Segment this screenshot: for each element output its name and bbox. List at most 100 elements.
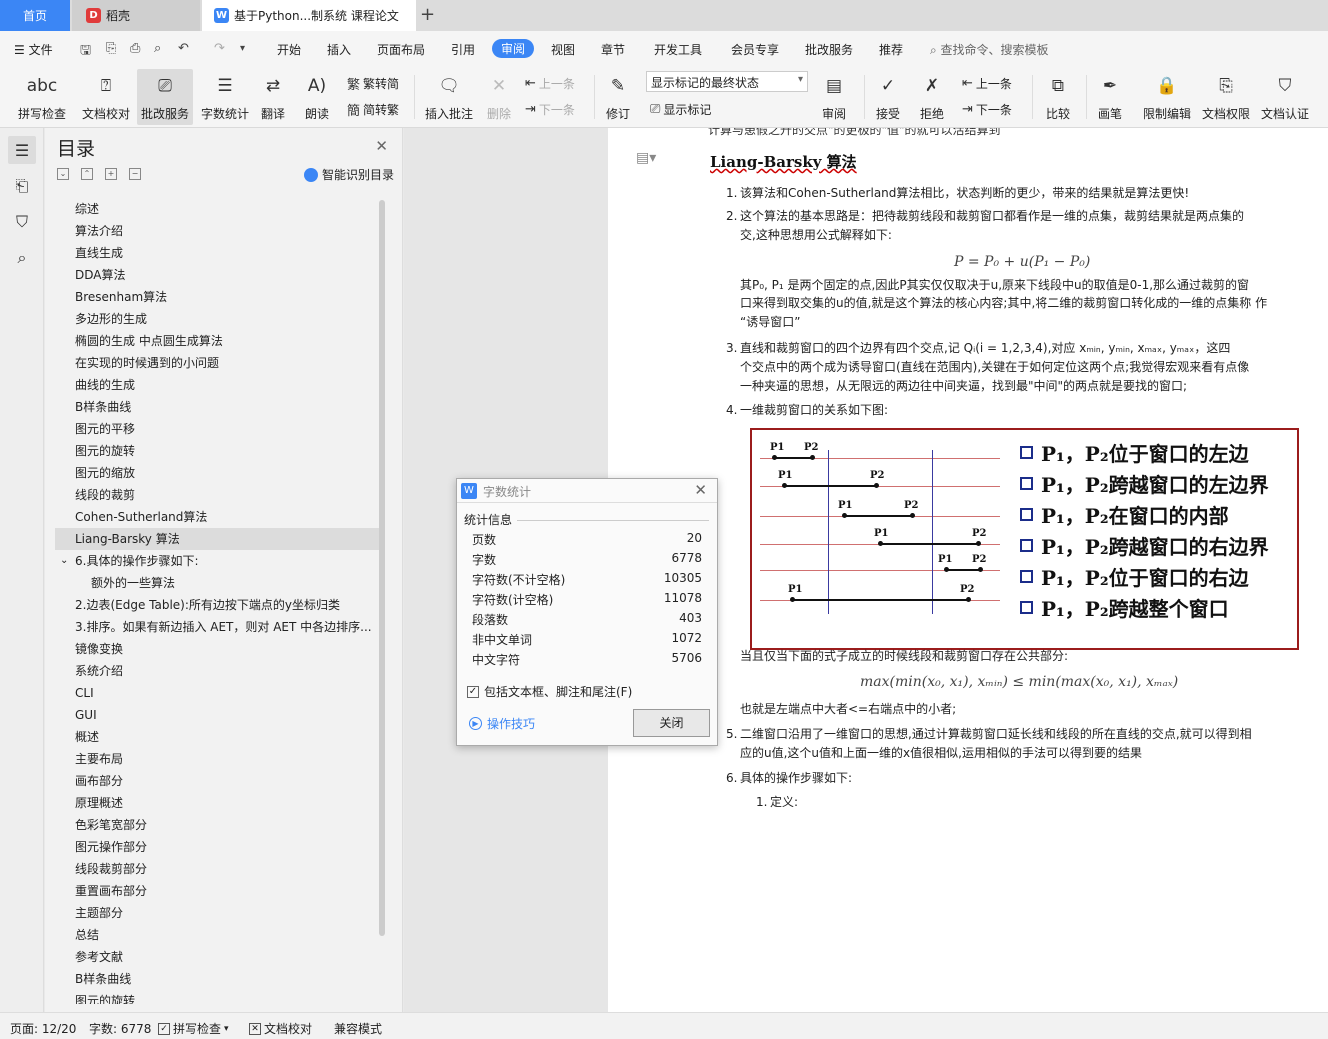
toc-item[interactable]: 系统介绍 xyxy=(55,660,379,682)
menu-page-layout[interactable]: 页面布局 xyxy=(377,41,425,58)
include-textbox-checkbox[interactable]: ✓ 包括文本框、脚注和尾注(F) xyxy=(467,683,632,700)
translate-button[interactable]: ⇄ 翻译 xyxy=(256,69,290,125)
chevron-down-icon[interactable]: ⌄ xyxy=(60,550,68,572)
toc-item[interactable]: 镜像变换 xyxy=(55,638,379,660)
quick-access-dropdown-icon[interactable]: ▾ xyxy=(240,43,245,54)
toc-item[interactable]: 图元操作部分 xyxy=(55,836,379,858)
command-search[interactable]: ⌕ 查找命令、搜索模板 xyxy=(930,41,1049,58)
toc-item[interactable]: 原理概述 xyxy=(55,792,379,814)
menu-references[interactable]: 引用 xyxy=(451,41,475,58)
toc-item[interactable]: 额外的一些算法 xyxy=(55,572,379,594)
markup-state-select[interactable]: 显示标记的最终状态 xyxy=(646,71,808,92)
dialog-header[interactable]: W 字数统计 ✕ xyxy=(457,479,717,503)
export-pdf-icon[interactable]: ⎘ xyxy=(106,41,116,56)
word-count-indicator[interactable]: 字数: 6778 xyxy=(89,1020,151,1037)
next-comment-button[interactable]: ⇥ 下一条 xyxy=(525,98,575,120)
remove-heading-icon[interactable]: − xyxy=(129,168,141,180)
reject-button[interactable]: ✗ 拒绝 xyxy=(914,69,950,125)
toc-item[interactable]: 画布部分 xyxy=(55,770,379,792)
toc-item[interactable]: 算法介绍 xyxy=(55,220,379,242)
spell-check-status[interactable]: ✓ 拼写检查 ▾ xyxy=(158,1020,229,1037)
proofread-status[interactable]: ✕ 文档校对 xyxy=(249,1020,312,1037)
tab-daoke[interactable]: D 稻壳 xyxy=(72,0,200,31)
review-pane-button[interactable]: ▤ 审阅 xyxy=(815,69,853,125)
toc-item[interactable]: CLI xyxy=(55,682,379,704)
toc-item[interactable]: 曲线的生成 xyxy=(55,374,379,396)
toc-item[interactable]: 3.排序。如果有新边插入 AET，则对 AET 中各边排序... xyxy=(55,616,379,638)
page-indicator[interactable]: 页面: 12/20 xyxy=(10,1020,76,1037)
toc-item[interactable]: 线段的裁剪 xyxy=(55,484,379,506)
compare-button[interactable]: ⧉ 比较 xyxy=(1038,69,1078,125)
toc-item[interactable]: 多边形的生成 xyxy=(55,308,379,330)
toc-item[interactable]: GUI xyxy=(55,704,379,726)
next-change-button[interactable]: ⇥ 下一条 xyxy=(962,98,1012,120)
menu-start[interactable]: 开始 xyxy=(277,41,301,58)
toc-item[interactable]: 图元的缩放 xyxy=(55,462,379,484)
word-count-button[interactable]: ☰ 字数统计 xyxy=(197,69,253,125)
pen-button[interactable]: ✒ 画笔 xyxy=(1092,69,1128,125)
toc-item[interactable]: B样条曲线 xyxy=(55,968,379,990)
insert-comment-button[interactable]: 🗨 插入批注 xyxy=(422,69,476,125)
toc-item[interactable]: 直线生成 xyxy=(55,242,379,264)
tab-document[interactable]: W 基于Python...制系统 课程论文 xyxy=(202,0,416,31)
close-icon[interactable]: ✕ xyxy=(694,481,707,499)
toc-item[interactable]: 主要布局 xyxy=(55,748,379,770)
proofread-button[interactable]: ⍰ 文档校对 xyxy=(78,69,134,125)
close-button[interactable]: 关闭 xyxy=(633,709,710,737)
toc-item[interactable]: Liang-Barsky 算法 xyxy=(55,528,379,550)
expand-up-icon[interactable]: ⌃ xyxy=(81,168,93,180)
toc-item[interactable]: 在实现的时候遇到的小问题 xyxy=(55,352,379,374)
redo-icon[interactable]: ↷ xyxy=(214,41,225,56)
add-heading-icon[interactable]: + xyxy=(105,168,117,180)
toc-item[interactable]: 2.边表(Edge Table):所有边按下端点的y坐标归类 xyxy=(55,594,379,616)
spell-check-button[interactable]: abc 拼写检查 xyxy=(10,69,74,125)
smart-toc-button[interactable]: 智能识别目录 xyxy=(303,166,394,183)
toc-item[interactable]: DDA算法 xyxy=(55,264,379,286)
toc-item[interactable]: Cohen-Sutherland算法 xyxy=(55,506,379,528)
bookmark-icon[interactable]: ⛉ xyxy=(8,208,36,236)
toc-item[interactable]: 综述 xyxy=(55,198,379,220)
toc-item[interactable]: 主题部分 xyxy=(55,902,379,924)
read-aloud-button[interactable]: A) 朗读 xyxy=(300,69,334,125)
document-rights-button[interactable]: ⎘ 文档权限 xyxy=(1199,69,1253,125)
document-certify-button[interactable]: ⛉ 文档认证 xyxy=(1258,69,1312,125)
delete-comment-button[interactable]: ✕ 删除 xyxy=(481,69,517,125)
tips-link[interactable]: ▶ 操作技巧 xyxy=(469,715,535,732)
undo-icon[interactable]: ↶ xyxy=(178,41,189,56)
collapse-all-icon[interactable]: ⌄ xyxy=(57,168,69,180)
restrict-editing-button[interactable]: 🔒 限制编辑 xyxy=(1140,69,1194,125)
toc-item[interactable]: 线段裁剪部分 xyxy=(55,858,379,880)
menu-review[interactable]: 审阅 xyxy=(492,39,535,58)
toc-item[interactable]: 图元的旋转 xyxy=(55,990,379,1004)
menu-view[interactable]: 视图 xyxy=(551,41,575,58)
print-preview-icon[interactable]: ⌕ xyxy=(154,41,161,56)
toc-item[interactable]: 椭圆的生成 中点圆生成算法 xyxy=(55,330,379,352)
menu-correction-service[interactable]: 批改服务 xyxy=(805,41,853,58)
toc-item[interactable]: 图元的平移 xyxy=(55,418,379,440)
menu-recommend[interactable]: 推荐 xyxy=(879,41,903,58)
tab-home[interactable]: 首页 xyxy=(0,0,70,31)
toc-close-icon[interactable]: ✕ xyxy=(375,137,388,155)
toc-item[interactable]: 概述 xyxy=(55,726,379,748)
correction-service-button[interactable]: ⎚ 批改服务 xyxy=(137,69,193,125)
toc-scrollbar[interactable] xyxy=(379,200,385,936)
menu-insert[interactable]: 插入 xyxy=(327,41,351,58)
toc-panel-icon[interactable]: ☰ xyxy=(8,136,36,164)
toc-item[interactable]: 总结 xyxy=(55,924,379,946)
save-icon[interactable]: 🖫 xyxy=(80,41,91,63)
track-changes-button[interactable]: ✎ 修订 xyxy=(600,69,636,125)
file-menu[interactable]: ☰ 文件 xyxy=(14,41,53,58)
accept-button[interactable]: ✓ 接受 xyxy=(870,69,906,125)
paragraph-handle-icon[interactable]: ▤▾ xyxy=(636,150,656,166)
menu-member[interactable]: 会员专享 xyxy=(731,41,779,58)
print-icon[interactable]: ⎙ xyxy=(130,41,140,56)
new-tab-button[interactable]: + xyxy=(420,4,435,25)
simp-to-trad-button[interactable]: 簡简转繁 xyxy=(347,98,399,120)
toc-item[interactable]: B样条曲线 xyxy=(55,396,379,418)
toc-item[interactable]: 重置画布部分 xyxy=(55,880,379,902)
toc-item[interactable]: 参考文献 xyxy=(55,946,379,968)
toc-item[interactable]: Bresenham算法 xyxy=(55,286,379,308)
toc-item[interactable]: 色彩笔宽部分 xyxy=(55,814,379,836)
toc-item[interactable]: ⌄ 6.具体的操作步骤如下: xyxy=(55,550,379,572)
previous-change-button[interactable]: ⇤ 上一条 xyxy=(962,72,1012,94)
